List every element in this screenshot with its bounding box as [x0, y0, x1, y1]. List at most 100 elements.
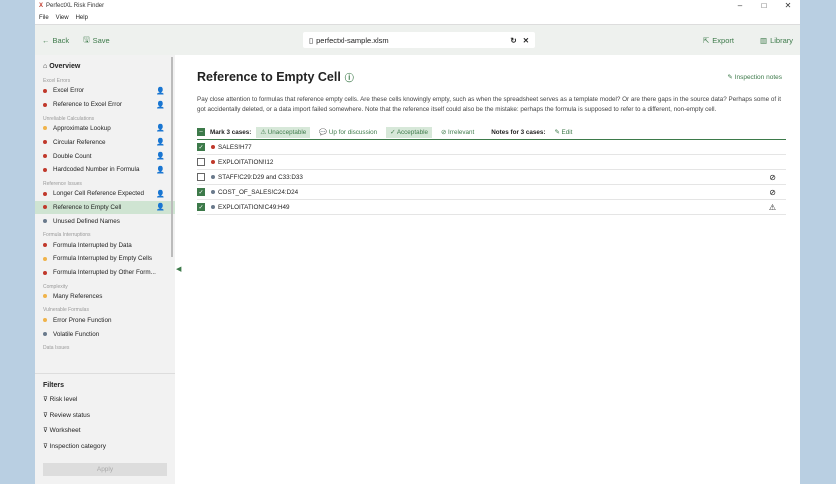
filter-worksheet[interactable]: ⊽ Worksheet [43, 426, 167, 442]
sidebar-item[interactable]: Approximate Lookup 👤 [35, 122, 175, 136]
library-button[interactable]: ▥ Library [760, 36, 793, 45]
case-row[interactable]: ✓ COST_OF_SALES!C24:D24 ⊘ [197, 185, 786, 200]
risk-dot-icon [43, 256, 47, 261]
case-row[interactable]: EXPLOITATION!I12 [197, 155, 786, 170]
sidebar-item-label: Circular Reference [53, 138, 106, 146]
assign-user-icon[interactable]: 👤 [156, 138, 165, 146]
label: Acceptable [396, 128, 428, 136]
back-button[interactable]: ← Back [42, 36, 69, 45]
case-label: SALES!H77 [218, 143, 252, 151]
case-checkbox[interactable]: ✓ [197, 143, 205, 151]
risk-dot-icon [43, 140, 47, 145]
assign-user-icon[interactable]: 👤 [156, 87, 165, 95]
filter-risk-level[interactable]: ⊽ Risk level [43, 395, 167, 411]
filter-inspection-category[interactable]: ⊽ Inspection category [43, 442, 167, 458]
menu-view[interactable]: View [56, 15, 69, 21]
mark-acceptable-button[interactable]: ✓ Acceptable [386, 126, 432, 138]
sidebar-item-label: Error Prone Function [53, 316, 112, 324]
select-all-checkbox[interactable]: – [197, 128, 205, 136]
case-row[interactable]: STAFF!C29:D29 and C33:D33 ⊘ [197, 170, 786, 185]
sidebar-item[interactable]: Volatile Function [35, 327, 175, 341]
case-label: COST_OF_SALES!C24:D24 [218, 188, 299, 196]
sidebar-item[interactable]: Unused Defined Names [35, 214, 175, 228]
collapse-sidebar-icon[interactable]: ◀ [176, 265, 181, 273]
apply-button[interactable]: Apply [43, 463, 167, 476]
notes-label: Notes for 3 cases: [491, 128, 546, 136]
case-checkbox[interactable] [197, 173, 205, 181]
assign-user-icon[interactable]: 👤 [156, 190, 165, 198]
menu-help[interactable]: Help [76, 15, 88, 21]
case-checkbox[interactable]: ✓ [197, 188, 205, 196]
sidebar-item-label: Formula Interrupted by Empty Cells [53, 255, 153, 263]
status-icon: ⊘ [769, 172, 776, 182]
edit-icon: ✎ [727, 74, 735, 81]
assign-user-icon[interactable]: 👤 [156, 166, 165, 174]
sidebar-item[interactable]: Reference to Excel Error 👤 [35, 98, 175, 112]
assign-user-icon[interactable]: 👤 [156, 124, 165, 132]
sidebar-item[interactable]: Formula Interrupted by Empty Cells [35, 252, 175, 266]
assign-user-icon[interactable]: 👤 [156, 203, 165, 211]
sidebar-item-label: Longer Cell Reference Expected [53, 190, 145, 198]
mark-unacceptable-button[interactable]: ⚠ Unacceptable [256, 126, 311, 138]
page-title: Reference to Empty Cell [197, 70, 341, 84]
file-tab[interactable]: ▯ perfectxl-sample.xlsm ↻ ✕ [303, 32, 535, 48]
sidebar-item[interactable]: Circular Reference 👤 [35, 135, 175, 149]
help-icon[interactable]: ⓘ [345, 71, 354, 84]
sidebar-item-label: Approximate Lookup [53, 124, 111, 132]
sidebar-group-heading: Unreliable Calculations [43, 115, 95, 122]
risk-dot-icon [43, 88, 47, 93]
sidebar-item-label: Formula Interrupted by Data [53, 241, 132, 249]
minimize-button[interactable]: – [728, 0, 752, 12]
close-file-icon[interactable]: ✕ [523, 36, 529, 45]
sidebar-item[interactable]: Error Prone Function [35, 313, 175, 327]
sidebar-item-label: Unused Defined Names [53, 217, 120, 225]
mark-discussion-button[interactable]: 💬 Up for discussion [315, 126, 381, 138]
sidebar-scrollbar[interactable] [171, 57, 173, 257]
case-row[interactable]: ✓ SALES!H77 [197, 140, 786, 155]
inspection-notes-label: Inspection notes [734, 74, 782, 81]
case-checkbox[interactable] [197, 158, 205, 166]
sidebar-item[interactable]: Double Count 👤 [35, 149, 175, 163]
filter-icon: ⊽ [43, 442, 50, 450]
sidebar-group-heading: Reference Issues [43, 180, 82, 187]
edit-notes-button[interactable]: ✎ Edit [551, 127, 577, 138]
filter-icon: ⊽ [43, 411, 50, 419]
sidebar-item[interactable]: Longer Cell Reference Expected 👤 [35, 187, 175, 201]
reload-icon[interactable]: ↻ [510, 36, 516, 45]
risk-dot-icon [211, 175, 215, 179]
library-icon: ▥ [759, 35, 768, 45]
export-button[interactable]: ⇱ Export [703, 36, 734, 45]
status-icon: ⊘ [769, 187, 776, 197]
sidebar-item-label: Excel Error [53, 87, 85, 95]
assign-user-icon[interactable]: 👤 [156, 101, 165, 109]
sidebar-item[interactable]: Many References [35, 290, 175, 304]
inspection-notes-button[interactable]: ✎ Inspection notes [727, 73, 782, 81]
sidebar-item[interactable]: Hardcoded Number in Formula 👤 [35, 163, 175, 177]
risk-dot-icon [43, 154, 47, 159]
risk-dot-icon [211, 145, 215, 149]
case-checkbox[interactable]: ✓ [197, 203, 205, 211]
sidebar-item-label: Double Count [53, 152, 92, 160]
filter-review-status[interactable]: ⊽ Review status [43, 411, 167, 427]
sidebar-item[interactable]: Excel Error 👤 [35, 84, 175, 98]
filter-icon: ⊽ [43, 427, 50, 434]
risk-dot-icon [43, 270, 47, 275]
maximize-button[interactable]: □ [752, 0, 776, 12]
case-row[interactable]: ✓ EXPLOITATION!C49:H49 ⚠ [197, 200, 786, 215]
library-label: Library [770, 35, 793, 45]
sidebar-item[interactable]: Formula Interrupted by Data [35, 238, 175, 252]
close-button[interactable]: ✕ [776, 0, 800, 12]
menu-file[interactable]: File [39, 15, 49, 21]
arrow-left-icon: ← [42, 35, 50, 45]
label: Up for discussion [328, 129, 378, 136]
assign-user-icon[interactable]: 👤 [156, 152, 165, 160]
sidebar-overview[interactable]: ⌂ Overview [35, 55, 175, 74]
save-button[interactable]: 🖫 Save [83, 34, 110, 47]
sidebar-item[interactable]: Formula Interrupted by Other Form... [35, 266, 175, 280]
sidebar-item[interactable]: Reference to Empty Cell 👤 [35, 200, 175, 215]
save-label: Save [92, 35, 110, 45]
risk-dot-icon [43, 243, 47, 248]
case-label: EXPLOITATION!C49:H49 [218, 203, 290, 211]
filter-label: Risk level [49, 396, 78, 403]
mark-irrelevant-button[interactable]: ⊘ Irrelevant [437, 127, 478, 138]
